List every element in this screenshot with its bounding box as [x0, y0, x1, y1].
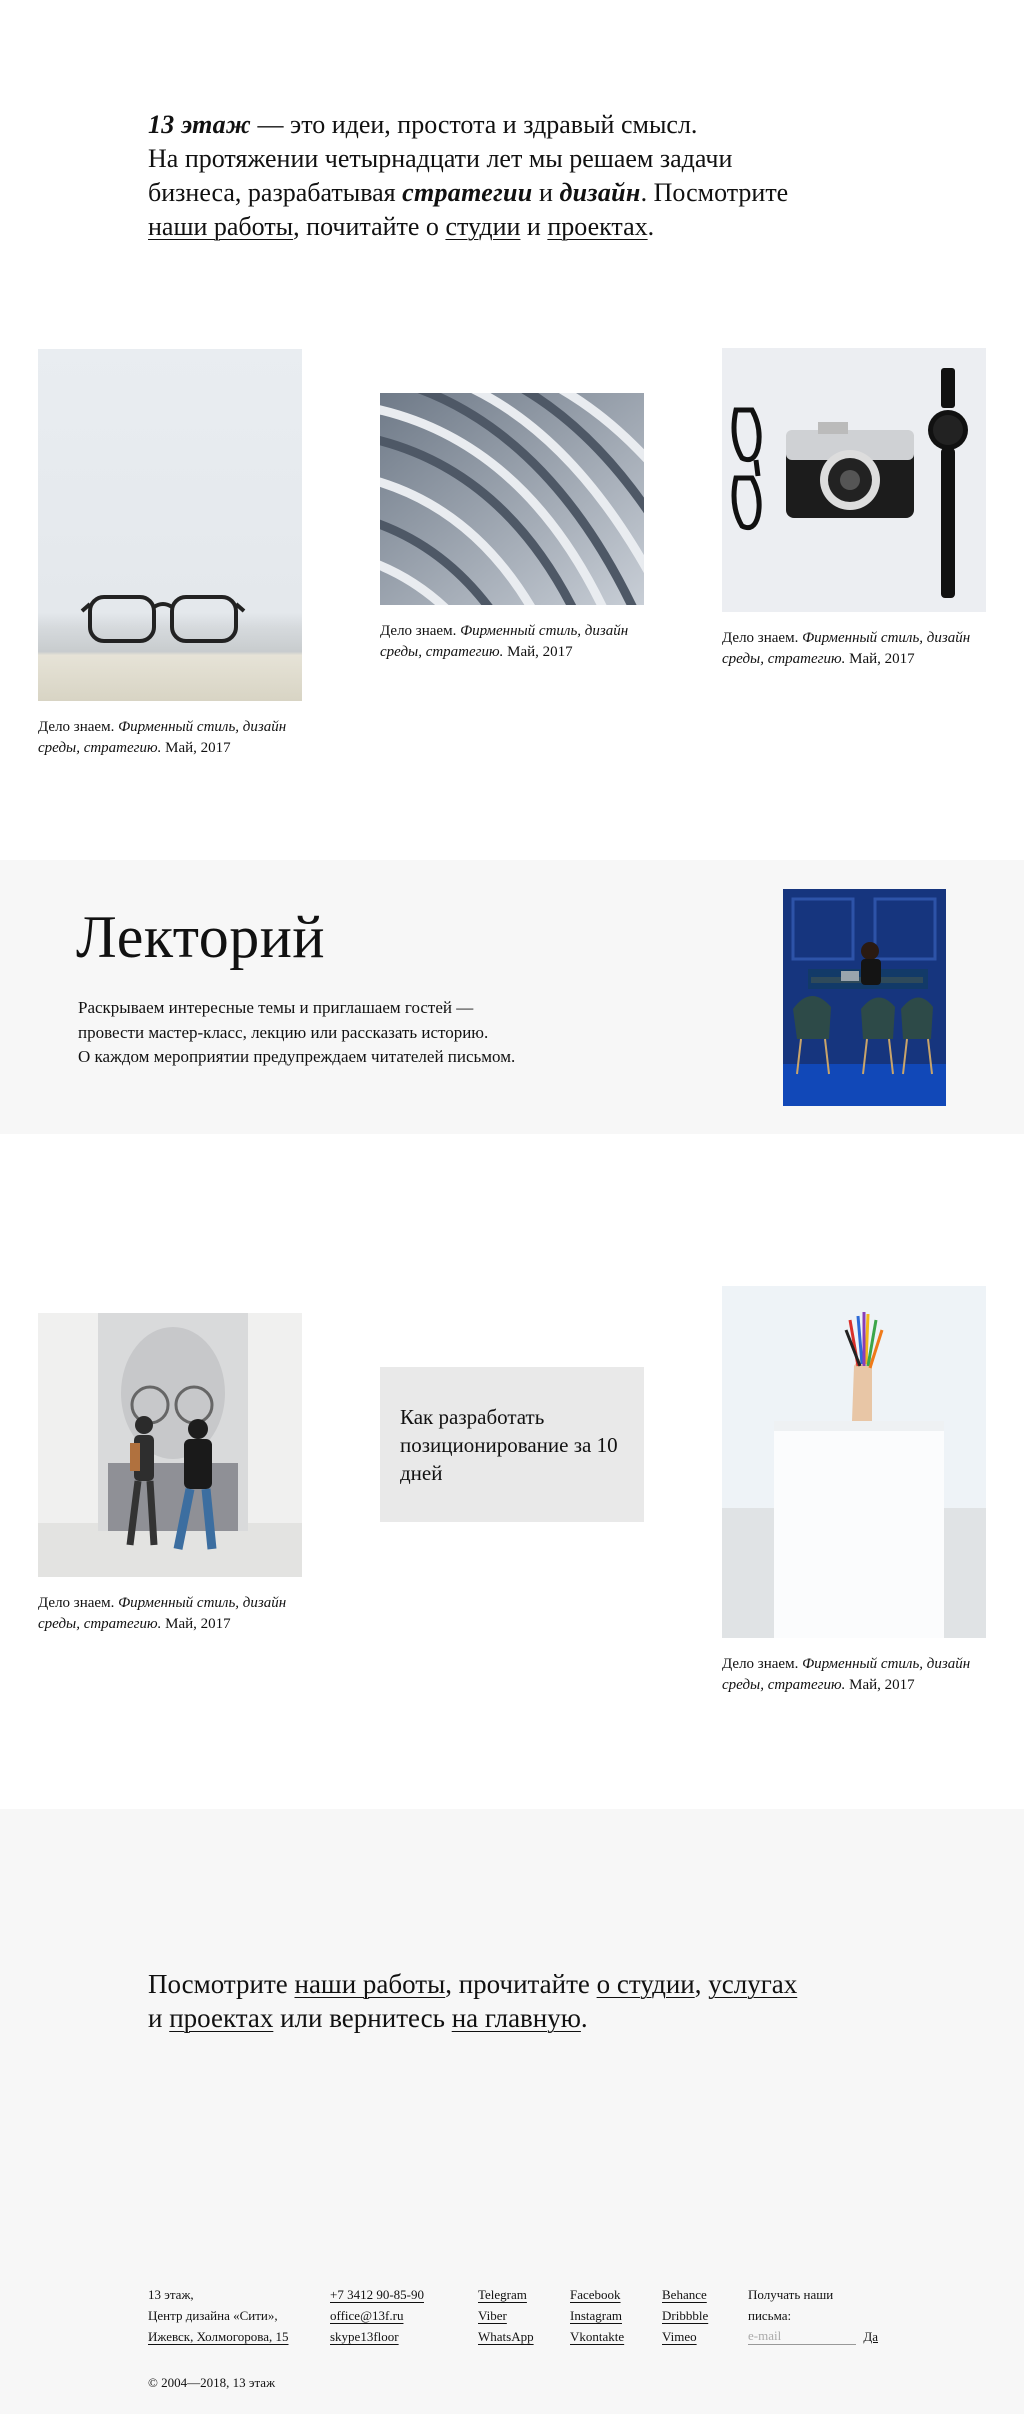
- skype-link[interactable]: skype13floor: [330, 2329, 399, 2344]
- bottom-home-link[interactable]: на главную: [452, 2003, 581, 2033]
- intro-section: 13 этаж — это идеи, простота и здравый с…: [0, 0, 1024, 330]
- intro-line-2: На протяжении четырнадцати лет мы решаем…: [148, 144, 733, 173]
- address-line: 13 этаж,: [148, 2287, 194, 2302]
- caption-date: Май, 2017: [503, 644, 573, 660]
- bottom-studio-link[interactable]: о студии: [597, 1969, 695, 1999]
- bottom-projects-link[interactable]: проектах: [169, 2003, 273, 2033]
- projects-grid-2: Дело знаем. Фирменный стиль, дизайн сред…: [0, 1134, 1024, 1809]
- footer-messengers: Telegram Viber WhatsApp: [478, 2284, 534, 2347]
- lectorium-photo[interactable]: [783, 889, 946, 1106]
- dribbble-link[interactable]: Dribbble: [662, 2308, 708, 2323]
- pencils-illustration: [722, 1312, 986, 1638]
- project-card[interactable]: Дело знаем. Фирменный стиль, дизайн сред…: [38, 349, 302, 759]
- lectorium-description: Раскрываем интересные темы и приглашаем …: [78, 996, 678, 1070]
- whatsapp-link[interactable]: WhatsApp: [478, 2329, 534, 2344]
- caption-lead: Дело знаем.: [38, 1595, 119, 1611]
- instagram-link[interactable]: Instagram: [570, 2308, 622, 2323]
- lectorium-title[interactable]: Лекторий: [76, 904, 325, 970]
- caption-lead: Дело знаем.: [722, 630, 803, 646]
- caption-date: Май, 2017: [845, 651, 915, 667]
- intro-line-4-and: и: [520, 212, 548, 241]
- caption-date: Май, 2017: [161, 1616, 231, 1632]
- footer-portfolio-links: Behance Dribbble Vimeo: [662, 2284, 708, 2347]
- project-caption: Дело знаем. Фирменный стиль, дизайн сред…: [722, 628, 986, 670]
- project-caption: Дело знаем. Фирменный стиль, дизайн сред…: [38, 717, 302, 759]
- projects-grid-1: Дело знаем. Фирменный стиль, дизайн сред…: [0, 330, 1024, 860]
- vimeo-link[interactable]: Vimeo: [662, 2329, 697, 2344]
- curves-illustration: [380, 393, 644, 605]
- email-link[interactable]: office@13f.ru: [330, 2308, 403, 2323]
- intro-line-4: , почитайте о: [293, 212, 446, 241]
- design-word: дизайн: [559, 178, 641, 207]
- newsletter-email-input[interactable]: [748, 2328, 856, 2345]
- architecture-curves-photo[interactable]: [380, 393, 644, 605]
- glasses-photo[interactable]: [38, 349, 302, 701]
- footer-address: 13 этаж, Центр дизайна «Сити», Ижевск, Х…: [148, 2284, 288, 2347]
- brand-name: 13 этаж: [148, 110, 252, 139]
- newsletter-label: Получать наши письма:: [748, 2287, 834, 2323]
- strategy-word: стратегии: [402, 178, 533, 207]
- intro-period: .: [647, 212, 655, 241]
- behance-link[interactable]: Behance: [662, 2287, 707, 2302]
- project-card[interactable]: Дело знаем. Фирменный стиль, дизайн сред…: [722, 1286, 986, 1696]
- lectorium-desc-line: О каждом мероприятии предупреждаем читат…: [78, 1047, 516, 1066]
- bottom-text-part: или вернитесь: [273, 2003, 452, 2033]
- facebook-link[interactable]: Facebook: [570, 2287, 621, 2302]
- article-title[interactable]: Как разработать позиционирование за 10 д…: [400, 1403, 620, 1487]
- lectorium-desc-line: Раскрываем интересные темы и приглашаем …: [78, 998, 474, 1017]
- caption-lead: Дело знаем.: [722, 1656, 803, 1672]
- caption-lead: Дело знаем.: [380, 623, 461, 639]
- vkontakte-link[interactable]: Vkontakte: [570, 2329, 624, 2344]
- footer-contacts: +7 3412 90-85-90 office@13f.ru skype13fl…: [330, 2284, 424, 2347]
- bottom-text-part: Посмотрите: [148, 1969, 295, 1999]
- article-card[interactable]: Как разработать позиционирование за 10 д…: [380, 1367, 644, 1522]
- project-card[interactable]: Дело знаем. Фирменный стиль, дизайн сред…: [722, 348, 986, 670]
- camera-glasses-watch-photo[interactable]: [722, 348, 986, 612]
- project-caption: Дело знаем. Фирменный стиль, дизайн сред…: [38, 1593, 302, 1635]
- bottom-text-part: ,: [694, 1969, 709, 1999]
- address-map-link[interactable]: Ижевск, Холмогорова, 15: [148, 2329, 288, 2344]
- project-caption: Дело знаем. Фирменный стиль, дизайн сред…: [722, 1654, 986, 1696]
- telegram-link[interactable]: Telegram: [478, 2287, 527, 2302]
- glasses-icon: [80, 595, 246, 643]
- footer-social: Facebook Instagram Vkontakte: [570, 2284, 624, 2347]
- bottom-works-link[interactable]: наши работы: [295, 1969, 446, 1999]
- project-card[interactable]: Дело знаем. Фирменный стиль, дизайн сред…: [380, 393, 644, 663]
- intro-line-3-end: . Посмотрите: [640, 178, 789, 207]
- viber-link[interactable]: Viber: [478, 2308, 507, 2323]
- caption-date: Май, 2017: [845, 1677, 915, 1693]
- caption-date: Май, 2017: [161, 740, 231, 756]
- bottom-services-link[interactable]: услугах: [708, 1969, 797, 1999]
- newsletter-submit-button[interactable]: Да: [863, 2329, 878, 2345]
- bottom-section: Посмотрите наши работы, прочитайте о сту…: [0, 1809, 1024, 2414]
- gallery-visitors-photo[interactable]: [38, 1313, 302, 1577]
- bottom-nav-text: Посмотрите наши работы, прочитайте о сту…: [148, 1967, 908, 2035]
- newsletter-form: Получать наши письма: Да: [748, 2284, 878, 2345]
- studio-link[interactable]: студии: [445, 212, 520, 241]
- phone-link[interactable]: +7 3412 90-85-90: [330, 2287, 424, 2302]
- intro-text: 13 этаж — это идеи, простота и здравый с…: [148, 108, 848, 244]
- intro-line-3: бизнеса, разрабатывая: [148, 178, 403, 207]
- copyright: © 2004—2018, 13 этаж: [148, 2375, 276, 2390]
- lectorium-room-illustration: [783, 889, 946, 1106]
- intro-line-1: — это идеи, простота и здравый смысл.: [251, 110, 698, 139]
- gallery-illustration: [38, 1313, 302, 1577]
- project-card[interactable]: Дело знаем. Фирменный стиль, дизайн сред…: [38, 1313, 302, 1635]
- project-caption: Дело знаем. Фирменный стиль, дизайн сред…: [380, 621, 644, 663]
- bottom-text-part: и: [148, 2003, 170, 2033]
- bottom-text-part: , прочитайте: [445, 1969, 597, 1999]
- lectorium-desc-line: провести мастер-класс, лекцию или расска…: [78, 1022, 489, 1042]
- projects-link[interactable]: проектах: [547, 212, 647, 241]
- address-line: Центр дизайна «Сити»,: [148, 2308, 278, 2323]
- intro-and: и: [532, 178, 560, 207]
- our-works-link[interactable]: наши работы: [148, 212, 293, 241]
- pencils-hand-photo[interactable]: [722, 1286, 986, 1638]
- lectorium-section: Лекторий Раскрываем интересные темы и пр…: [0, 860, 1024, 1134]
- caption-lead: Дело знаем.: [38, 719, 119, 735]
- camera-icon: [731, 368, 968, 598]
- bottom-text-part: .: [580, 2003, 588, 2033]
